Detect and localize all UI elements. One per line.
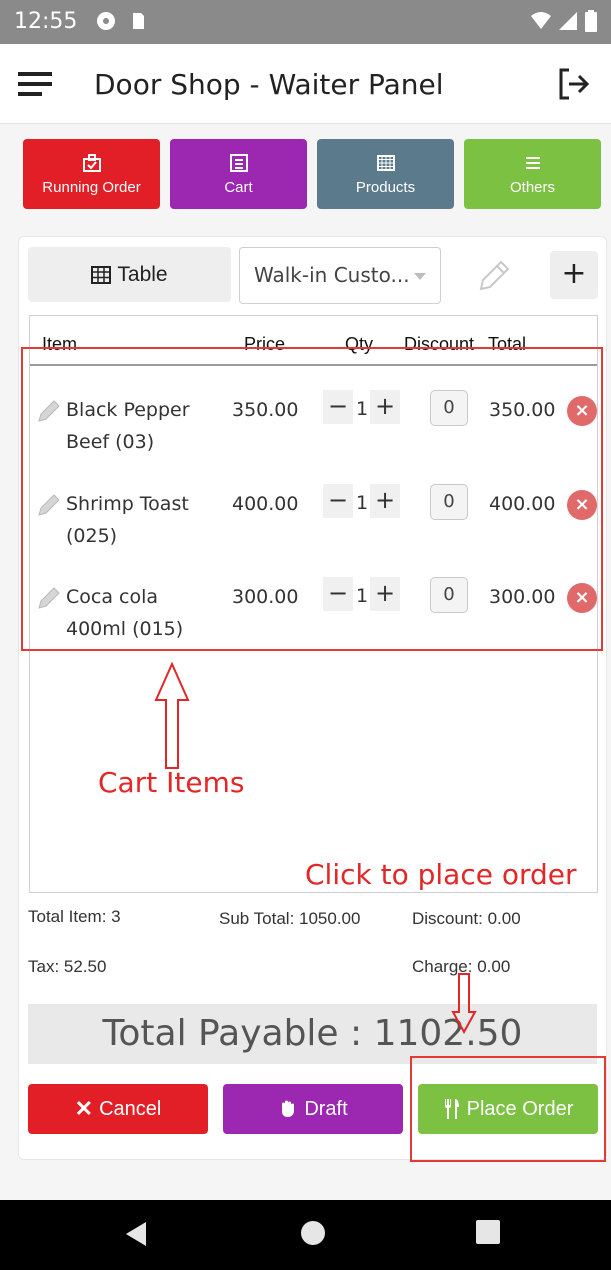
order-toolbar: Table Walk-in Custo... + (28, 247, 598, 304)
products-label: Products (355, 178, 416, 196)
others-label: Others (509, 178, 555, 196)
edit-customer-pencil-icon[interactable] (473, 255, 513, 295)
qty-increase-button[interactable]: + (370, 390, 400, 424)
place-order-button[interactable]: Place Order (418, 1084, 598, 1134)
status-right-icons (531, 10, 597, 32)
header-discount: Discount (404, 334, 475, 354)
qty-decrease-button[interactable]: − (323, 484, 353, 518)
others-button[interactable]: Others (464, 139, 601, 209)
item-price: 350.00 (232, 399, 299, 421)
item-price: 400.00 (232, 493, 299, 515)
table-row: Black Pepper Beef (03) 350.00 − 1 + 0 35… (30, 390, 597, 484)
status-bar: 12:55 (0, 0, 611, 44)
order-card: Table Walk-in Custo... + Item Price Qty … (18, 236, 607, 1160)
page-title: Door Shop - Waiter Panel (94, 68, 444, 101)
cart-items-annotation: Cart Items (98, 766, 245, 799)
item-total: 350.00 (489, 399, 556, 421)
item-total: 400.00 (489, 493, 556, 515)
qty-increase-button[interactable]: + (370, 484, 400, 518)
place-order-label: Place Order (466, 1097, 574, 1120)
total-item-count: Total Item: 3 (28, 907, 121, 926)
item-total: 300.00 (489, 586, 556, 608)
hamburger-menu-icon[interactable] (18, 70, 52, 98)
header-qty: Qty (345, 334, 374, 354)
header-price: Price (244, 334, 286, 354)
recents-icon[interactable] (476, 1220, 500, 1244)
cart-label: Cart (224, 178, 253, 196)
discount-total: Discount: 0.00 (412, 909, 521, 928)
signal-icon (559, 12, 577, 30)
item-name: Shrimp Toast (025) (66, 493, 189, 547)
table-grid-icon (91, 265, 112, 284)
item-qty: 1 (355, 585, 369, 607)
main-menu-bar: Running Order Cart Products Others (23, 139, 603, 209)
item-name: Black Pepper Beef (03) (66, 399, 190, 453)
cart-items-table: Item Price Qty Discount Total Black Pepp… (29, 315, 598, 893)
others-menu-icon (525, 156, 540, 169)
remove-item-close-icon[interactable]: × (567, 490, 597, 520)
status-time: 12:55 (14, 9, 78, 34)
table-row: Coca cola 400ml (015) 300.00 − 1 + 0 300… (30, 577, 597, 671)
products-button[interactable]: Products (317, 139, 454, 209)
place-order-annotation: Click to place order (305, 858, 577, 891)
back-icon[interactable] (124, 1220, 148, 1248)
wifi-icon (531, 12, 551, 29)
edit-item-pencil-icon[interactable] (36, 492, 62, 518)
app-bar: Door Shop - Waiter Panel (0, 44, 611, 124)
chevron-down-icon (414, 273, 426, 280)
edit-item-pencil-icon[interactable] (36, 398, 62, 424)
item-qty: 1 (355, 492, 369, 514)
android-nav-bar (0, 1200, 611, 1270)
item-price: 300.00 (232, 586, 299, 608)
tax-total: Tax: 52.50 (28, 957, 107, 976)
edit-item-pencil-icon[interactable] (36, 585, 62, 611)
x-icon: ✕ (74, 1096, 94, 1121)
sub-total: Sub Total: 1050.00 (219, 909, 361, 928)
customer-select[interactable]: Walk-in Custo... (239, 247, 441, 304)
down-arrow-annotation-icon (451, 973, 477, 1034)
header-divider (30, 364, 597, 366)
qty-increase-button[interactable]: + (370, 577, 400, 611)
running-order-button[interactable]: Running Order (23, 139, 160, 209)
total-payable: Total Payable : 1102.50 (28, 1004, 597, 1064)
running-order-icon (82, 153, 101, 172)
running-order-label: Running Order (42, 178, 141, 196)
qty-decrease-button[interactable]: − (323, 390, 353, 424)
item-discount-input[interactable]: 0 (430, 390, 468, 426)
sd-card-icon (133, 13, 144, 29)
add-customer-button[interactable]: + (550, 251, 598, 299)
table-select-button[interactable]: Table (28, 247, 231, 302)
customer-value: Walk-in Custo... (254, 263, 410, 287)
logout-icon[interactable] (555, 66, 591, 102)
table-row: Shrimp Toast (025) 400.00 − 1 + 0 400.00… (30, 484, 597, 578)
products-grid-icon (376, 154, 395, 171)
cart-icon (229, 153, 248, 172)
home-icon[interactable] (300, 1220, 326, 1246)
notification-icon (97, 12, 115, 30)
draft-label: Draft (304, 1097, 348, 1120)
item-qty: 1 (355, 398, 369, 420)
cancel-button[interactable]: ✕ Cancel (28, 1084, 208, 1134)
up-arrow-annotation-icon (154, 662, 190, 769)
draft-button[interactable]: Draft (223, 1084, 403, 1134)
header-total: Total (488, 334, 527, 354)
remove-item-close-icon[interactable]: × (567, 396, 597, 426)
hand-icon (282, 1100, 295, 1117)
table-header: Item Price Qty Discount Total (30, 334, 597, 366)
item-name: Coca cola 400ml (015) (66, 586, 184, 640)
fork-knife-icon (444, 1099, 459, 1119)
cart-button[interactable]: Cart (170, 139, 307, 209)
cancel-label: Cancel (99, 1097, 162, 1120)
item-discount-input[interactable]: 0 (430, 577, 468, 613)
table-label: Table (117, 262, 168, 286)
item-discount-input[interactable]: 0 (430, 484, 468, 520)
header-item: Item (42, 334, 78, 354)
remove-item-close-icon[interactable]: × (567, 583, 597, 613)
qty-decrease-button[interactable]: − (323, 577, 353, 611)
battery-icon (585, 10, 597, 32)
